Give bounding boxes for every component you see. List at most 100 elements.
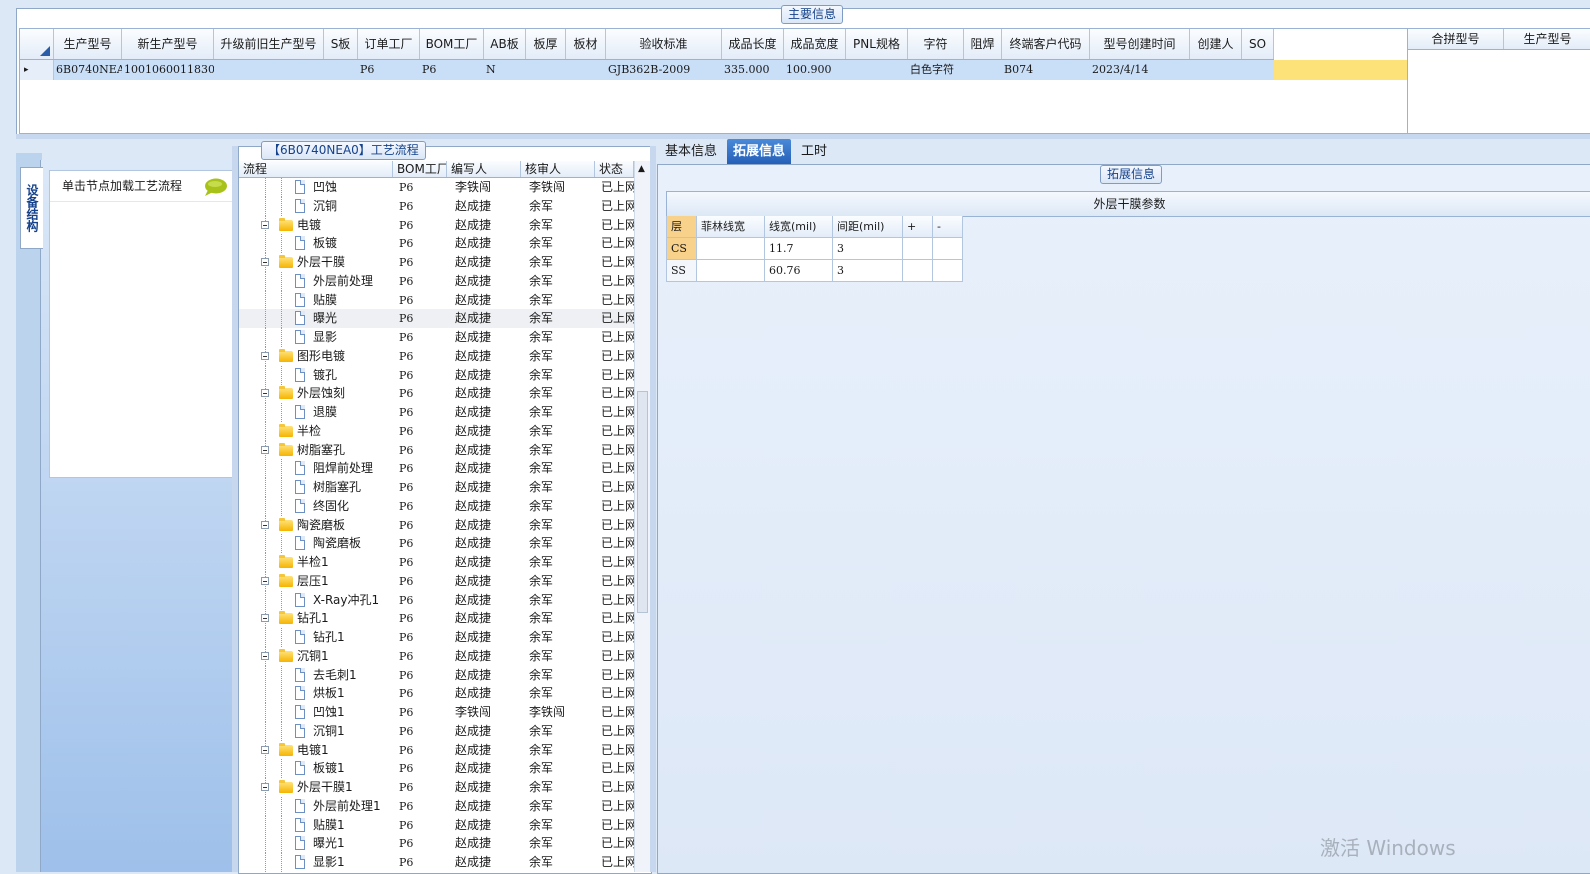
column-header[interactable]: 生产型号	[54, 29, 122, 59]
column-header[interactable]: 层	[667, 216, 697, 238]
table-row[interactable]: ▸ 6B0740NEA010010600118302P6P6NGJB362B-2…	[20, 60, 1408, 80]
tree-node[interactable]: X-Ray冲孔1 P6 赵成捷 余军 已上网	[239, 590, 634, 610]
param-cell[interactable]	[903, 260, 933, 282]
collapse-toggle-icon[interactable]	[261, 614, 269, 623]
select-all-corner[interactable]	[20, 29, 54, 59]
column-header[interactable]: 成品长度	[722, 29, 784, 59]
table-cell[interactable]: 6B0740NEA0	[54, 60, 122, 80]
tree-scrollbar[interactable]: ▲	[634, 161, 651, 872]
column-header[interactable]: 间距(mil)	[833, 216, 903, 238]
table-cell[interactable]	[964, 60, 1002, 80]
collapse-toggle-icon[interactable]	[261, 258, 269, 266]
param-cell[interactable]	[903, 238, 933, 260]
tree-node[interactable]: 终固化 P6 赵成捷 余军 已上网	[239, 496, 634, 516]
column-header[interactable]: 编写人	[447, 161, 521, 177]
tree-node[interactable]: 钻孔1 P6 赵成捷 余军 已上网	[239, 609, 634, 629]
tree-node[interactable]: 电镀1 P6 赵成捷 余军 已上网	[239, 740, 634, 760]
tree-node[interactable]: 层压1 P6 赵成捷 余军 已上网	[239, 571, 634, 591]
collapse-toggle-icon[interactable]	[261, 445, 269, 454]
add-row-button[interactable]: +	[903, 216, 933, 238]
tree-node[interactable]: 半检 P6 赵成捷 余军 已上网	[239, 421, 634, 441]
column-header[interactable]: 订单工厂	[358, 29, 420, 59]
tree-node[interactable]: 退膜 P6 赵成捷 余军 已上网	[239, 403, 634, 422]
tree-node[interactable]: 外层前处理1 P6 赵成捷 余军 已上网	[239, 796, 634, 816]
column-header[interactable]: 线宽(mil)	[765, 216, 833, 238]
column-header[interactable]: BOM工厂	[393, 161, 447, 177]
param-grid-row[interactable]: SS 60.76 3	[667, 260, 964, 282]
process-tree[interactable]: 凹蚀 P6 李铁闯 李铁闯 已上网 沉铜 P6 赵成捷 余军 已上网 电镀 P6 赵成捷 余军 已上网 板镀 P…	[239, 178, 634, 872]
param-cell[interactable]	[697, 260, 765, 282]
table-cell[interactable]: N	[484, 60, 526, 80]
tree-node[interactable]: 烘板1 P6 赵成捷 余军 已上网	[239, 684, 634, 704]
tree-node[interactable]: 显影1 P6 赵成捷 余军 已上网	[239, 853, 634, 872]
tree-node[interactable]: 沉铜1 P6 赵成捷 余军 已上网	[239, 646, 634, 666]
column-header[interactable]: 状态	[595, 161, 634, 177]
column-header[interactable]: 型号创建时间	[1090, 29, 1190, 59]
param-grid-row[interactable]: CS 11.7 3	[667, 238, 964, 260]
layer-cell[interactable]: CS	[667, 238, 697, 260]
collapse-toggle-icon[interactable]	[261, 520, 269, 529]
table-cell[interactable]: P6	[358, 60, 420, 80]
column-header[interactable]: 流程	[239, 161, 393, 177]
tree-node[interactable]: 去毛刺1 P6 赵成捷 余军 已上网	[239, 665, 634, 685]
column-header[interactable]: SO	[1242, 29, 1274, 59]
column-header[interactable]: 新生产型号	[122, 29, 214, 59]
tree-node[interactable]: 显影 P6 赵成捷 余军 已上网	[239, 328, 634, 347]
tab-work-hours[interactable]: 工时	[795, 139, 833, 164]
tab-extended-info[interactable]: 拓展信息	[727, 139, 792, 164]
tab-device-structure[interactable]: 设备结构	[20, 167, 43, 249]
table-cell[interactable]: GJB362B-2009	[606, 60, 722, 80]
tree-node[interactable]: 外层干膜 P6 赵成捷 余军 已上网	[239, 253, 634, 272]
column-header[interactable]: 核审人	[521, 161, 595, 177]
collapse-toggle-icon[interactable]	[261, 783, 269, 791]
tree-node[interactable]: 陶瓷磨板 P6 赵成捷 余军 已上网	[239, 515, 634, 535]
table-cell[interactable]	[526, 60, 566, 80]
table-cell[interactable]	[1242, 60, 1274, 80]
table-cell[interactable]	[566, 60, 606, 80]
table-cell[interactable]: 10010600118302	[122, 60, 214, 80]
param-cell[interactable]	[697, 238, 765, 260]
column-header[interactable]: 板厚	[526, 29, 566, 59]
table-cell[interactable]: 335.000	[722, 60, 784, 80]
tree-node[interactable]: 沉铜 P6 赵成捷 余军 已上网	[239, 196, 634, 216]
tree-node[interactable]: 树脂塞孔 P6 赵成捷 余军 已上网	[239, 478, 634, 497]
tree-node[interactable]: 贴膜1 P6 赵成捷 余军 已上网	[239, 815, 634, 835]
param-cell[interactable]: 60.76	[765, 260, 833, 282]
param-cell[interactable]: 3	[833, 260, 903, 282]
tree-node[interactable]: 电镀 P6 赵成捷 余军 已上网	[239, 215, 634, 235]
table-cell[interactable]: P6	[420, 60, 484, 80]
tree-node[interactable]: 树脂塞孔 P6 赵成捷 余军 已上网	[239, 440, 634, 460]
column-header[interactable]: PNL规格	[846, 29, 908, 59]
param-cell[interactable]	[933, 260, 963, 282]
column-header[interactable]: 菲林线宽	[697, 216, 765, 238]
collapse-toggle-icon[interactable]	[261, 745, 269, 754]
outer-dry-film-grid[interactable]: 层菲林线宽 线宽(mil) 间距(mil) + - CS 11.7 3 SS 60.76 3	[666, 216, 964, 282]
tree-node[interactable]: 图形电镀 P6 赵成捷 余军 已上网	[239, 346, 634, 366]
table-cell[interactable]	[324, 60, 358, 80]
collapse-toggle-icon[interactable]	[261, 389, 269, 398]
tree-node[interactable]: 曝光1 P6 赵成捷 余军 已上网	[239, 834, 634, 854]
scroll-up-icon[interactable]: ▲	[638, 164, 645, 174]
collapse-toggle-icon[interactable]	[261, 651, 269, 660]
remove-row-button[interactable]: -	[933, 216, 963, 238]
layer-cell[interactable]: SS	[667, 260, 697, 282]
column-header[interactable]: 板材	[566, 29, 606, 59]
collapse-toggle-icon[interactable]	[261, 220, 269, 229]
tree-node[interactable]: 外层干膜1 P6 赵成捷 余军 已上网	[239, 778, 634, 797]
tree-node[interactable]: 陶瓷磨板 P6 赵成捷 余军 已上网	[239, 534, 634, 554]
tab-basic-info[interactable]: 基本信息	[659, 139, 723, 164]
table-cell[interactable]: 白色字符	[908, 60, 964, 80]
tree-node[interactable]: 外层蚀刻 P6 赵成捷 余军 已上网	[239, 384, 634, 404]
tree-node[interactable]: 钻孔1 P6 赵成捷 余军 已上网	[239, 628, 634, 647]
main-info-grid[interactable]: 生产型号 新生产型号 升级前旧生产型号 S板 订单工厂 BOM工厂 AB板 板厚 板材 验收标准成…	[19, 28, 1409, 134]
tree-node[interactable]: 凹蚀1 P6 李铁闯 李铁闯 已上网	[239, 703, 634, 722]
column-header[interactable]: S板	[324, 29, 358, 59]
tree-node[interactable]: 阻焊前处理 P6 赵成捷 余军 已上网	[239, 459, 634, 479]
tree-node[interactable]: 沉铜1 P6 赵成捷 余军 已上网	[239, 721, 634, 741]
tree-node[interactable]: 板镀 P6 赵成捷 余军 已上网	[239, 234, 634, 254]
table-cell[interactable]: B074	[1002, 60, 1090, 80]
column-header[interactable]: 字符	[908, 29, 964, 59]
tree-node[interactable]: 曝光 P6 赵成捷 余军 已上网	[239, 309, 634, 329]
collapse-toggle-icon[interactable]	[261, 351, 269, 360]
middle-splitter[interactable]	[650, 146, 656, 872]
